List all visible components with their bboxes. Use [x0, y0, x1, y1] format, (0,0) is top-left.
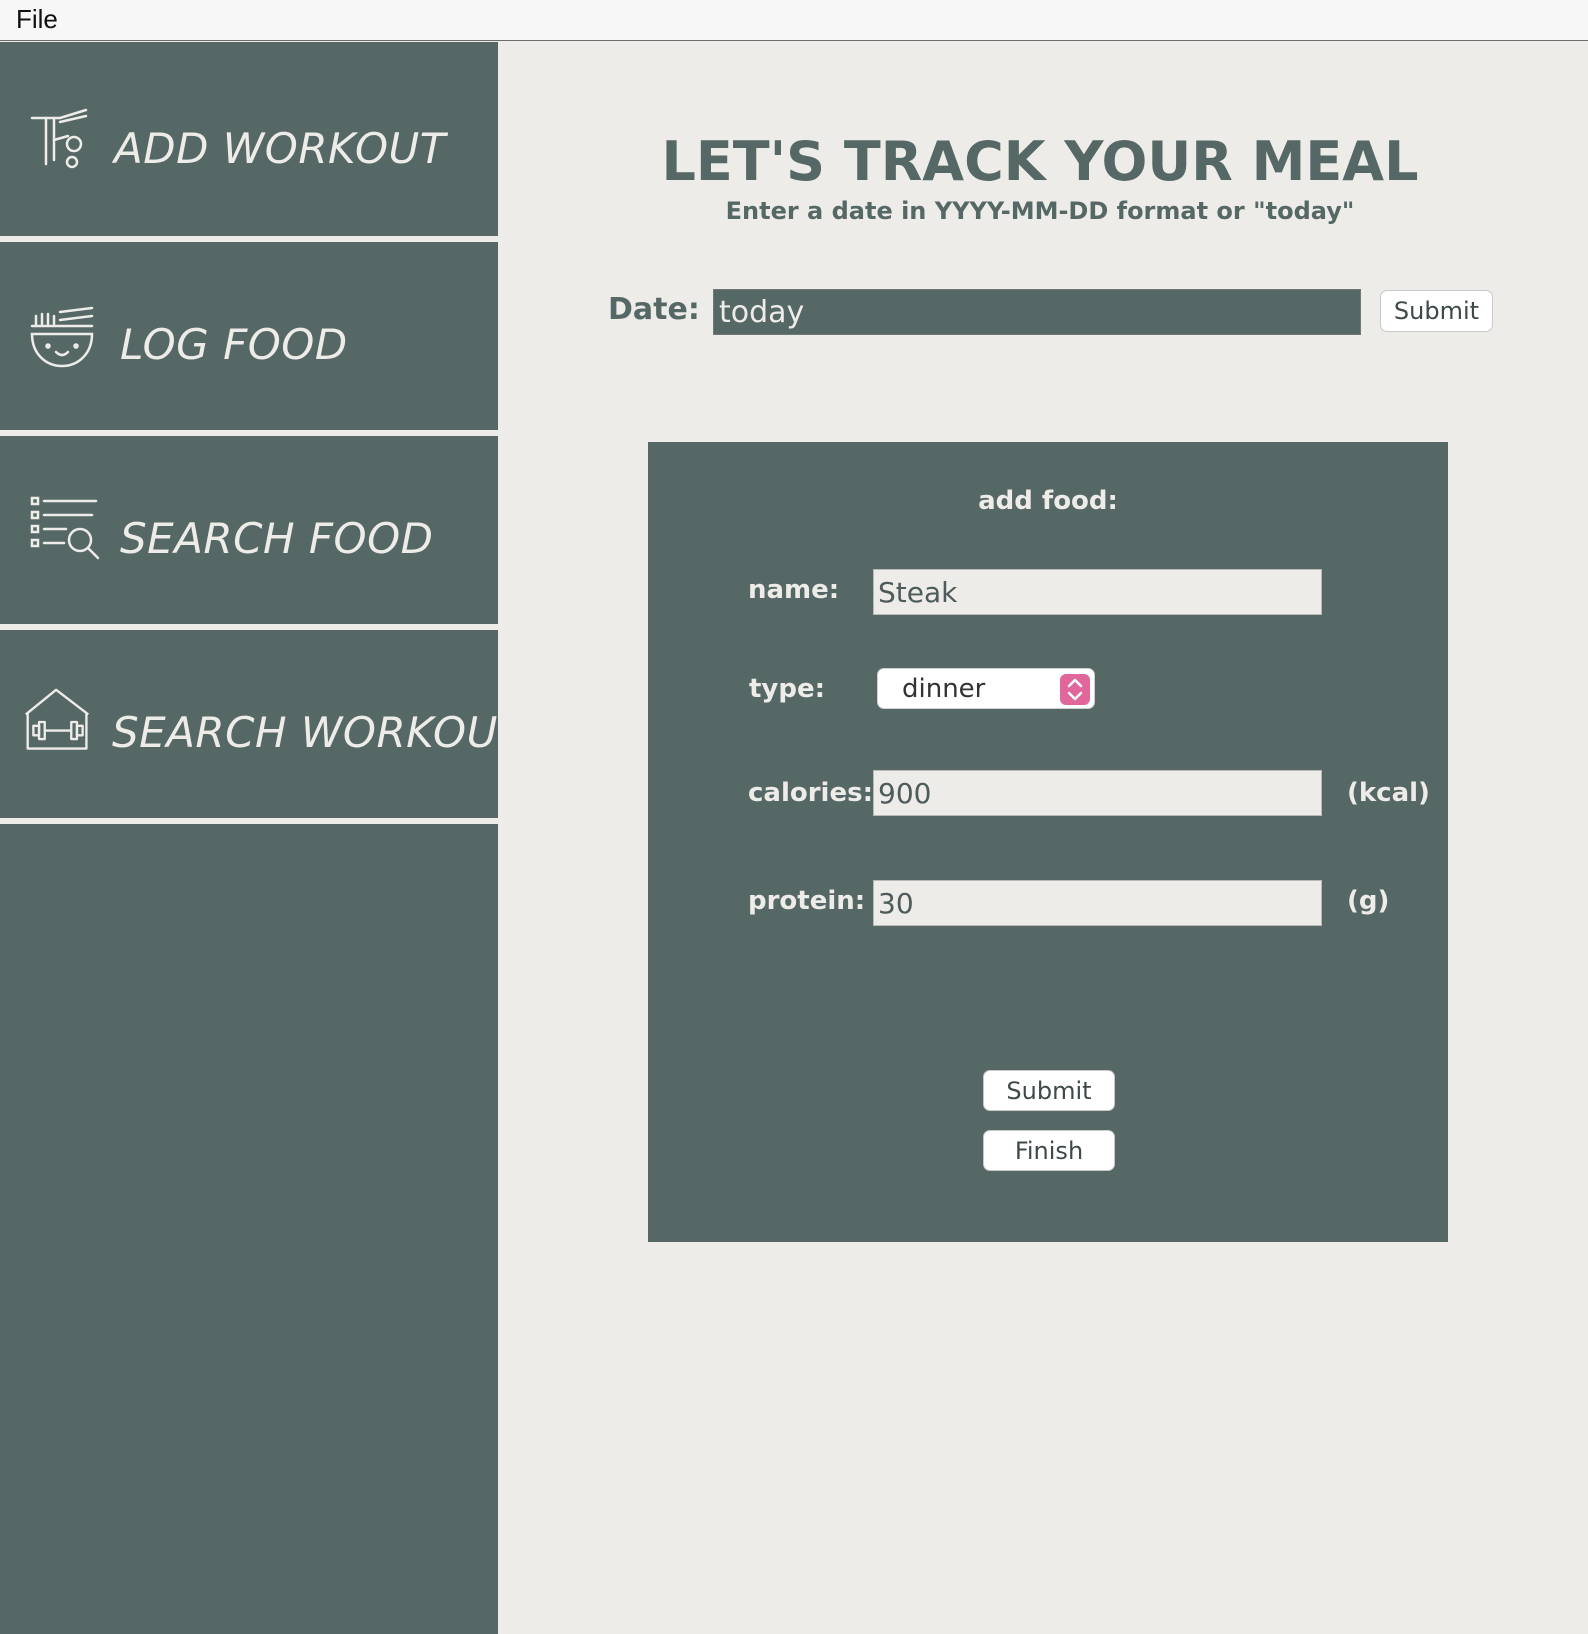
type-select[interactable]: dinner [877, 668, 1095, 709]
submit-button[interactable]: Submit [983, 1070, 1115, 1111]
sidebar-item-search-workout[interactable]: SEARCH WORKOUT [4, 630, 524, 818]
protein-unit: (g) [1347, 886, 1390, 916]
finish-button[interactable]: Finish [983, 1130, 1115, 1171]
sidebar-item-label: ADD WORKOUT [114, 124, 446, 173]
calories-unit: (kcal) [1347, 778, 1430, 808]
menu-file[interactable]: File [16, 4, 58, 35]
sidebar-item-label: SEARCH WORKOUT [112, 708, 525, 757]
chevron-up-down-icon [1060, 674, 1090, 705]
calories-label: calories: [748, 778, 873, 808]
sidebar: ADD WORKOUT LOG FOOD SEARCH FOOD SEARCH … [0, 42, 524, 1634]
name-input[interactable] [873, 569, 1322, 615]
divider [0, 818, 498, 824]
page-subtitle: Enter a date in YYYY-MM-DD format or "to… [725, 197, 1355, 225]
noodle-bowl-icon [26, 302, 102, 378]
name-label: name: [748, 575, 840, 605]
date-submit-button[interactable]: Submit [1380, 290, 1493, 332]
sidebar-item-label: SEARCH FOOD [120, 514, 434, 563]
workout-add-icon [26, 106, 102, 182]
type-label: type: [749, 674, 826, 704]
gym-house-icon [22, 686, 94, 758]
list-search-icon [26, 492, 102, 568]
type-select-value: dinner [902, 674, 986, 704]
sidebar-item-log-food[interactable]: LOG FOOD [4, 242, 498, 430]
date-input[interactable] [713, 289, 1361, 335]
panel-title: add food: [978, 486, 1118, 516]
sidebar-item-label: LOG FOOD [120, 320, 348, 369]
add-food-panel: add food: name: type: dinner calories: (… [648, 442, 1448, 1242]
protein-input[interactable] [873, 880, 1322, 926]
sidebar-item-search-food[interactable]: SEARCH FOOD [4, 436, 498, 624]
sidebar-item-add-workout[interactable]: ADD WORKOUT [4, 48, 498, 236]
menu-bar: File [0, 0, 1588, 41]
date-label: Date: [608, 292, 700, 327]
page-title: LET'S TRACK YOUR MEAL [661, 130, 1419, 193]
protein-label: protein: [748, 886, 866, 916]
calories-input[interactable] [873, 770, 1322, 816]
